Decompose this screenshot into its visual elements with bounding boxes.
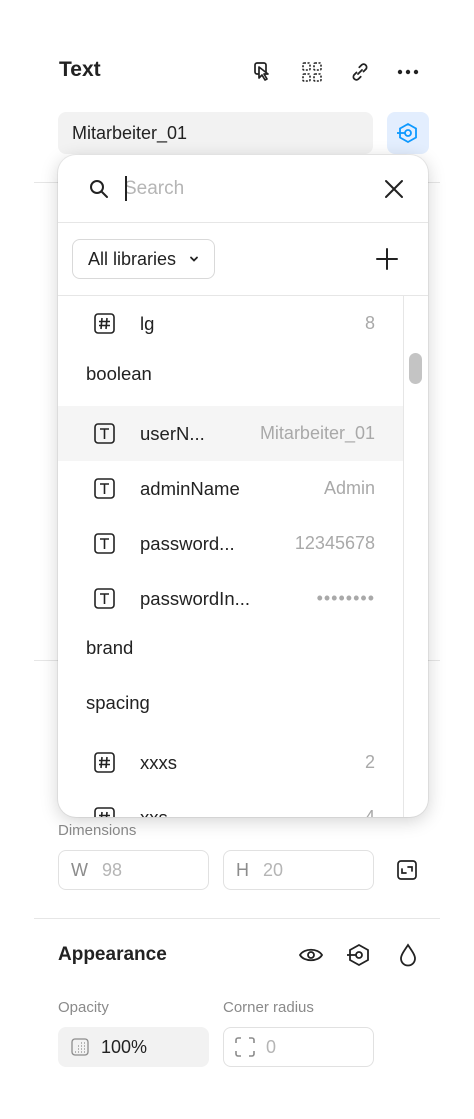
resize-to-fit-icon[interactable] [394, 857, 420, 883]
link-icon[interactable] [346, 58, 374, 86]
section-divider [34, 182, 58, 183]
eye-icon[interactable] [297, 941, 325, 969]
dimensions-label: Dimensions [58, 822, 137, 839]
opacity-input[interactable]: 100% [58, 1027, 209, 1067]
section-divider [428, 182, 440, 183]
section-divider [428, 660, 440, 661]
filter-row: All libraries [58, 223, 428, 296]
appearance-title: Appearance [58, 944, 167, 965]
search-row [58, 155, 428, 223]
group-header: brand [86, 637, 134, 658]
library-filter-dropdown[interactable]: All libraries [72, 239, 216, 279]
section-divider [34, 660, 58, 661]
variable-name: xxxs [140, 751, 177, 773]
variable-name: adminName [140, 477, 240, 499]
width-input[interactable]: W 98 [58, 850, 209, 890]
panel-title: Text [59, 58, 101, 81]
text-variable-icon [94, 423, 115, 444]
detach-variable-button[interactable] [387, 112, 429, 154]
variable-name: lg [140, 312, 155, 334]
width-value: 98 [102, 859, 123, 880]
variable-row-selected[interactable]: userN... Mitarbeiter_01 [58, 406, 403, 461]
variable-row[interactable]: adminName Admin [58, 461, 403, 516]
variable-list: lg 8 boolean userN... Mitarbeiter_01 adm… [58, 296, 403, 817]
variable-value: Mitarbeiter_01 [259, 423, 375, 443]
text-variable-icon [94, 533, 115, 554]
height-value: 20 [263, 859, 284, 880]
drop-icon[interactable] [394, 941, 422, 969]
variable-name: password... [140, 532, 235, 554]
variable-row[interactable]: xxs 4 [58, 790, 403, 817]
variable-row[interactable]: passwordIn... •••••••• [58, 571, 403, 626]
section-divider [34, 918, 440, 919]
group-header: boolean [86, 363, 152, 384]
corner-radius-label: Corner radius [223, 999, 314, 1016]
opacity-icon [71, 1038, 89, 1056]
variable-value: •••••••• [316, 588, 375, 608]
corner-radius-input[interactable]: 0 [223, 1027, 374, 1067]
variable-name: passwordIn... [140, 587, 251, 609]
group-header: spacing [86, 692, 150, 713]
variable-field[interactable]: Mitarbeiter_01 [58, 112, 373, 154]
variable-row[interactable]: xxxs 2 [58, 735, 403, 790]
opacity-label: Opacity [58, 999, 109, 1016]
scrollbar-track [403, 296, 404, 817]
chevron-down-icon [188, 249, 200, 270]
variable-icon [397, 122, 417, 144]
number-variable-icon [94, 752, 115, 773]
variable-value: Admin [323, 478, 375, 498]
more-icon[interactable] [394, 58, 422, 86]
opacity-value: 100% [101, 1036, 148, 1057]
variable-value: 8 [364, 313, 375, 333]
select-matching-icon[interactable] [250, 58, 278, 86]
corner-radius-value: 0 [266, 1036, 277, 1057]
variable-picker-popover: All libraries lg 8 boo [58, 155, 428, 817]
corner-radius-icon [234, 1036, 256, 1058]
width-key: W [71, 859, 88, 880]
variable-value: 2 [364, 752, 375, 772]
search-input[interactable] [124, 175, 364, 203]
close-icon[interactable] [381, 176, 407, 202]
text-variable-icon [94, 588, 115, 609]
library-filter-label: All libraries [88, 248, 177, 269]
height-key: H [236, 859, 249, 880]
grid-icon[interactable] [298, 58, 326, 86]
variable-name: xxs [140, 806, 168, 818]
search-icon [88, 178, 110, 200]
variable-icon[interactable] [345, 941, 373, 969]
add-icon[interactable] [374, 246, 400, 272]
variable-field-value: Mitarbeiter_01 [72, 122, 188, 143]
variable-row[interactable]: lg 8 [58, 296, 403, 351]
number-variable-icon [94, 313, 115, 334]
variable-row[interactable]: password... 12345678 [58, 516, 403, 571]
text-caret [125, 176, 127, 201]
number-variable-icon [94, 807, 115, 817]
height-input[interactable]: H 20 [223, 850, 374, 890]
text-variable-icon [94, 478, 115, 499]
scrollbar-thumb[interactable] [409, 353, 422, 384]
variable-name: userN... [140, 422, 205, 444]
variable-value: 4 [364, 807, 375, 817]
variable-value: 12345678 [294, 533, 375, 553]
